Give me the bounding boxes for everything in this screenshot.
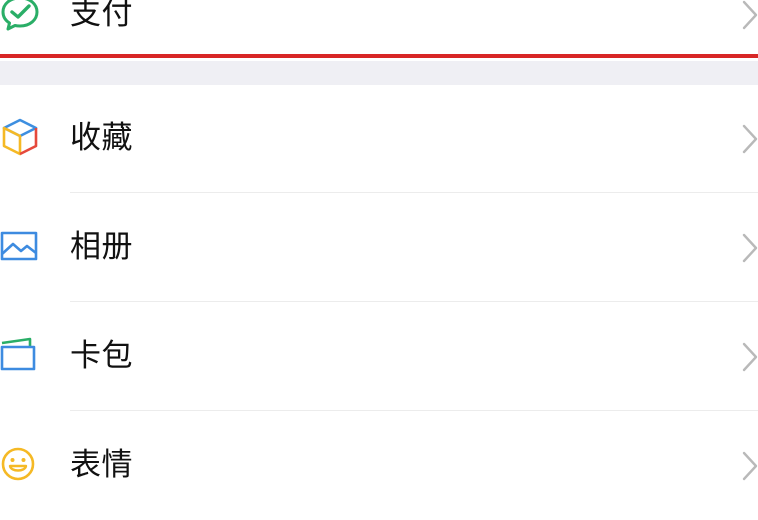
menu-item-label: 表情 xyxy=(70,447,133,483)
menu-item-photos[interactable]: 相册 xyxy=(0,194,758,302)
row-divider xyxy=(70,301,758,302)
row-divider xyxy=(70,410,758,411)
section-separator xyxy=(0,61,758,85)
menu-item-label: 收藏 xyxy=(70,120,133,156)
menu-item-cards[interactable]: 卡包 xyxy=(0,303,758,411)
chevron-right-icon xyxy=(740,0,758,31)
menu-item-favorites[interactable]: 收藏 xyxy=(0,85,758,193)
card-wallet-icon xyxy=(0,335,40,375)
menu-item-stickers[interactable]: 表情 xyxy=(0,412,758,520)
menu-item-label: 相册 xyxy=(70,229,133,265)
chevron-right-icon xyxy=(740,341,758,373)
wechat-pay-icon xyxy=(0,0,40,33)
sticker-smiley-icon xyxy=(0,444,40,484)
row-divider xyxy=(70,192,758,193)
menu-item-label: 卡包 xyxy=(70,338,133,374)
photo-album-icon xyxy=(0,226,40,266)
chevron-right-icon xyxy=(740,123,758,155)
pay-highlight-underline xyxy=(0,54,758,58)
menu-item-label: 支付 xyxy=(70,0,133,32)
chevron-right-icon xyxy=(740,450,758,482)
menu-item-pay[interactable]: 支付 xyxy=(0,0,758,69)
favorites-cube-icon xyxy=(0,117,40,157)
chevron-right-icon xyxy=(740,232,758,264)
